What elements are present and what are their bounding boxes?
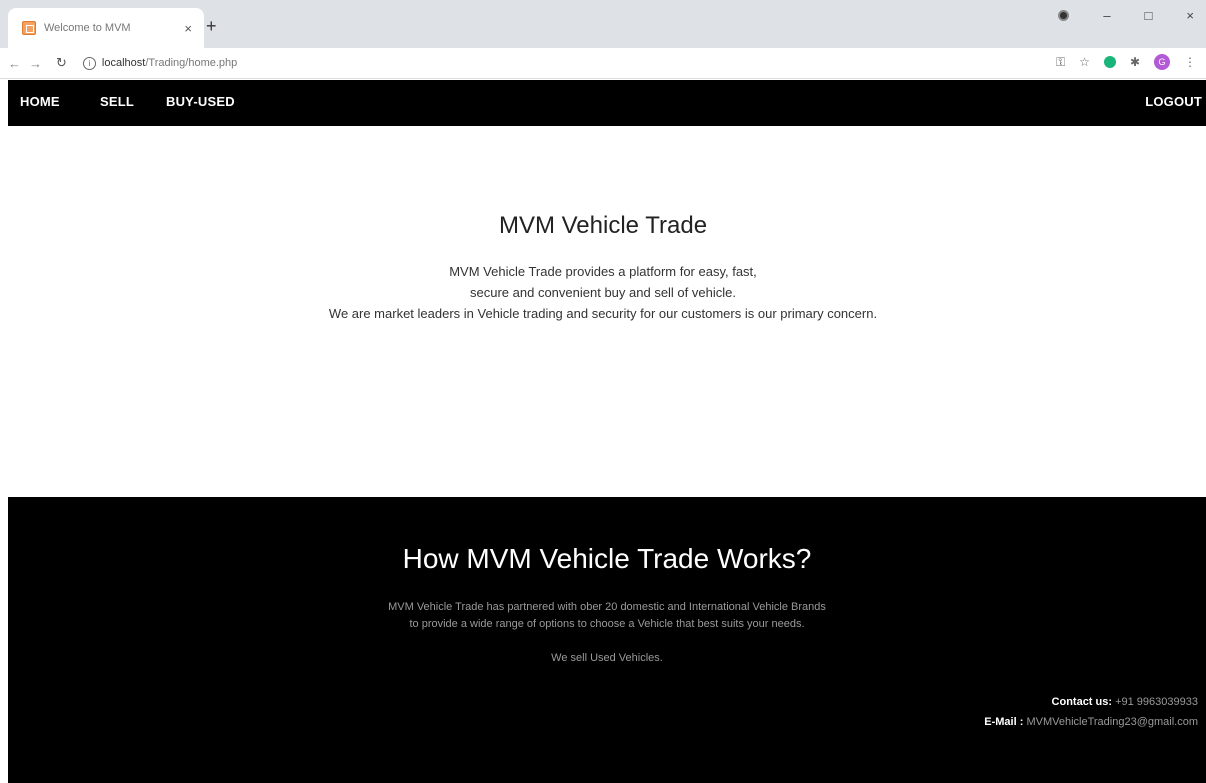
maximize-icon[interactable]: □ [1145,8,1153,23]
kebab-menu-icon[interactable]: ⋮ [1184,55,1196,69]
toolbar-actions: ⚿ ☆ ✱ G ⋮ [1056,54,1196,70]
info-icon[interactable]: i [82,56,96,70]
key-icon[interactable]: ⚿ [1056,55,1065,70]
contact-label: Contact us: [1051,696,1113,708]
browser-tab[interactable]: Welcome to MVM × [8,8,204,48]
minimize-icon[interactable]: – [1103,8,1110,23]
email-value: MVMVehicleTrading23@gmail.com [1026,716,1198,728]
forward-arrow-icon[interactable]: → [29,56,42,71]
tab-title: Welcome to MVM [44,22,131,34]
hero-section: MVM Vehicle Trade MVM Vehicle Trade prov… [0,126,1206,496]
nav-buy-used-link[interactable]: BUY-USED [166,94,235,109]
url-host: localhost [101,57,146,69]
contact-phone: Contact us: +91 9963039933 [984,692,1198,712]
nav-sell-link[interactable]: SELL [100,94,134,109]
hero-line: secure and convenient buy and sell of ve… [470,285,736,300]
site-navbar: HOME SELL BUY-USED LOGOUT [8,80,1206,126]
reload-icon[interactable]: ↻ [56,55,67,71]
footer-description: MVM Vehicle Trade has partnered with obe… [8,599,1206,667]
site-favicon-icon [22,21,36,35]
window-close-icon[interactable]: × [1186,8,1194,23]
extension-puzzle-icon[interactable]: ✱ [1130,55,1140,69]
hero-title: MVM Vehicle Trade [498,212,708,239]
grammarly-extension-icon[interactable] [1103,56,1116,68]
footer-title: How MVM Vehicle Trade Works? [402,543,812,574]
email-label: E-Mail : [984,716,1024,728]
footer-line: to provide a wide range of options to ch… [409,618,805,630]
url-path: /Trading/home.php [145,57,238,69]
contact-email: E-Mail : MVMVehicleTrading23@gmail.com [984,712,1198,732]
footer-line: We sell Used Vehicles. [551,652,663,664]
footer-section: How MVM Vehicle Trade Works? MVM Vehicle… [8,497,1206,783]
hero-line: We are market leaders in Vehicle trading… [328,306,878,321]
window-controls: – □ × [1058,8,1194,23]
tab-close-icon[interactable]: × [184,21,192,36]
hero-description: MVM Vehicle Trade provides a platform fo… [0,261,1206,324]
contact-phone-value: +91 9963039933 [1115,696,1198,708]
nav-home-link[interactable]: HOME [20,94,60,109]
record-icon[interactable] [1058,10,1070,21]
hero-line: MVM Vehicle Trade provides a platform fo… [449,264,757,279]
contact-info: Contact us: +91 9963039933 E-Mail : MVMV… [984,692,1198,732]
address-bar[interactable]: localhost/Trading/home.php [102,57,237,69]
footer-line: MVM Vehicle Trade has partnered with obe… [388,601,826,613]
back-arrow-icon[interactable]: ← [8,56,21,71]
browser-toolbar: ← → ↻ i localhost/Trading/home.php ⚿ ☆ ✱… [0,48,1206,79]
nav-logout-link[interactable]: LOGOUT [1145,94,1202,109]
browser-tab-strip: Welcome to MVM × + – □ × [0,0,1206,48]
new-tab-icon[interactable]: + [206,16,217,37]
star-icon[interactable]: ☆ [1079,55,1090,69]
profile-avatar[interactable]: G [1154,54,1170,70]
